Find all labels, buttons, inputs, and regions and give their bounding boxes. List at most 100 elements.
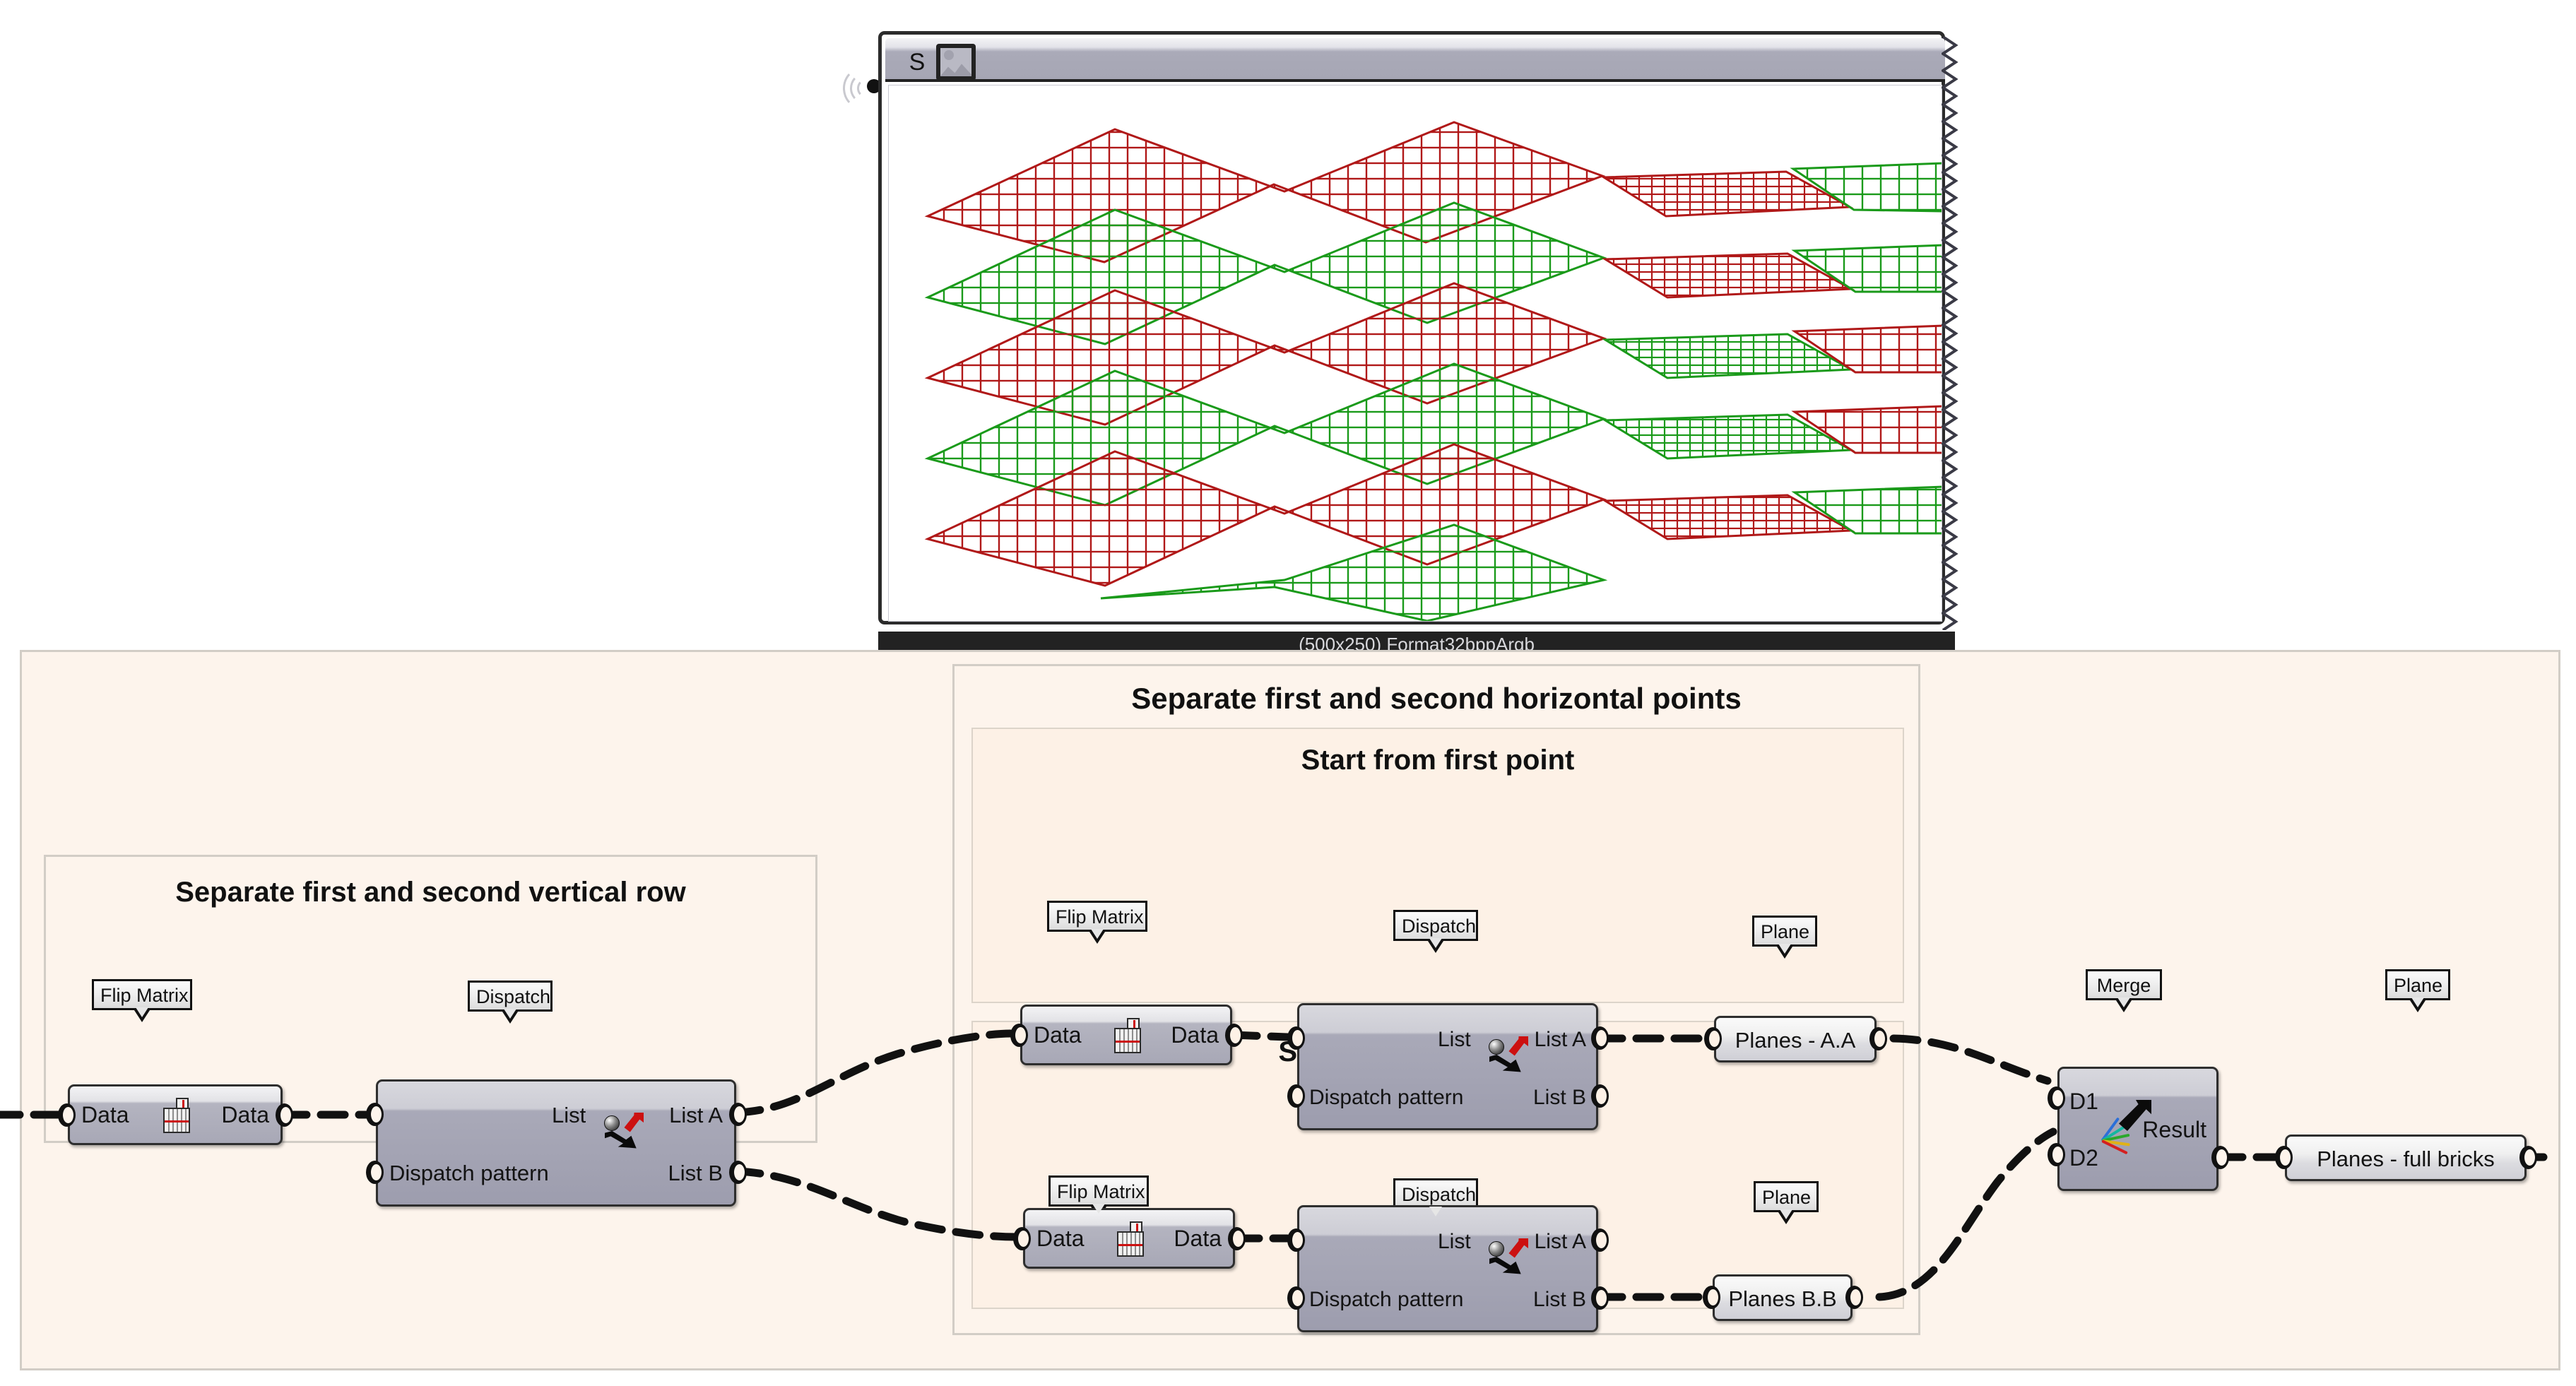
planes-full-input-port[interactable] xyxy=(2275,1146,2293,1169)
dispatch-icon-red-arrow xyxy=(1508,1036,1528,1056)
node-flip-matrix-1[interactable]: Data Data xyxy=(68,1084,283,1145)
balloon-merge[interactable]: Merge xyxy=(2086,969,2162,1012)
merge-d1-input-port[interactable] xyxy=(2048,1086,2065,1110)
balloon-flip-matrix-2[interactable]: Flip Matrix xyxy=(1047,901,1147,944)
viewer-frame: S (500x250) Format32bppArgb xyxy=(878,31,1955,658)
dispatch-icon-sphere xyxy=(1489,1039,1504,1055)
node-dispatch-3[interactable]: Dispatch pattern List List A List B xyxy=(1297,1205,1598,1332)
disp3-listA-label: List A xyxy=(1534,1230,1586,1253)
viewer-canvas xyxy=(888,85,1942,622)
flip3-input-label: Data xyxy=(1036,1226,1085,1251)
viewer-titlebar[interactable]: S xyxy=(885,38,1945,82)
disp2-list-label: List xyxy=(1438,1028,1471,1051)
dispatch-icon-red-arrow xyxy=(624,1113,644,1132)
group-vertical-title: Separate first and second vertical row xyxy=(175,877,686,908)
disp3-list-label: List xyxy=(1438,1230,1471,1253)
group-start-first-point[interactable]: Start from first point xyxy=(971,728,1904,1003)
dispatch-icon-sphere xyxy=(1489,1241,1504,1257)
merge-d2-input-port[interactable] xyxy=(2048,1143,2065,1166)
image-icon-sun xyxy=(944,50,954,60)
brick-plane-geometry xyxy=(924,121,1942,621)
planes-aa-input-port[interactable] xyxy=(1704,1027,1722,1050)
balloon-dispatch-1[interactable]: Dispatch xyxy=(468,981,553,1024)
balloon-plane-aa[interactable]: Plane xyxy=(1752,916,1817,959)
merge-result-label: Result xyxy=(2142,1117,2206,1142)
planes-bb-output-port[interactable] xyxy=(1845,1286,1863,1309)
node-graph-canvas[interactable]: Separate first and second vertical row S… xyxy=(0,650,2576,1386)
node-planes-full-bricks[interactable]: Planes - full bricks xyxy=(2285,1135,2527,1181)
flip3-input-port[interactable] xyxy=(1013,1227,1031,1250)
node-planes-aa[interactable]: Planes - A.A xyxy=(1714,1016,1877,1062)
flip2-output-label: Data xyxy=(1171,1022,1219,1048)
disp2-listB-output-port[interactable] xyxy=(1591,1084,1609,1108)
disp1-listA-output-port[interactable] xyxy=(729,1103,747,1126)
disp2-pattern-label: Dispatch pattern xyxy=(1309,1086,1464,1109)
group-first-point-title: Start from first point xyxy=(1301,745,1575,776)
balloon-flip-matrix-1[interactable]: Flip Matrix xyxy=(92,979,192,1022)
image-viewer-window[interactable]: S (500x250) Format32bppArgb xyxy=(843,31,1958,658)
image-icon-mountain xyxy=(940,64,971,76)
dispatch-icon xyxy=(1487,1036,1531,1080)
disp1-list-input-port[interactable] xyxy=(366,1103,384,1126)
disp1-pattern-input-port[interactable] xyxy=(366,1161,384,1184)
viewer-input-port-label: S xyxy=(909,49,926,76)
planes-aa-output-port[interactable] xyxy=(1869,1027,1887,1050)
flip-matrix-icon-grid xyxy=(1114,1028,1141,1053)
flip1-output-label: Data xyxy=(221,1102,269,1127)
disp3-pattern-input-port[interactable] xyxy=(1287,1286,1305,1310)
dispatch-icon xyxy=(1487,1238,1531,1282)
flip-matrix-icon xyxy=(1111,1018,1144,1055)
flip1-input-port[interactable] xyxy=(58,1103,76,1127)
dispatch-icon-black-arrow xyxy=(1489,1257,1521,1274)
disp3-list-input-port[interactable] xyxy=(1287,1228,1305,1252)
planes-full-bricks-label: Planes - full bricks xyxy=(2317,1147,2495,1171)
flip-matrix-icon-grid xyxy=(163,1108,190,1133)
balloon-plane-full[interactable]: Plane xyxy=(2385,969,2450,1012)
flip2-input-label: Data xyxy=(1034,1022,1082,1048)
disp2-listA-label: List A xyxy=(1534,1028,1586,1051)
flip1-output-port[interactable] xyxy=(276,1103,293,1127)
disp2-list-input-port[interactable] xyxy=(1287,1026,1305,1050)
disp3-listA-output-port[interactable] xyxy=(1591,1228,1609,1252)
dispatch-icon-black-arrow xyxy=(605,1131,637,1149)
disp1-listB-output-port[interactable] xyxy=(729,1161,747,1184)
node-dispatch-1[interactable]: Dispatch pattern List List A List B xyxy=(376,1079,736,1207)
merge-icon-arrow xyxy=(2119,1100,2151,1131)
balloon-flip-matrix-3[interactable]: Flip Matrix xyxy=(1048,1175,1149,1219)
image-icon xyxy=(936,44,976,81)
resize-zigzag-handle[interactable] xyxy=(1942,37,1958,630)
disp2-pattern-input-port[interactable] xyxy=(1287,1084,1305,1108)
planes-aa-label: Planes - A.A xyxy=(1735,1028,1856,1053)
dispatch-icon-black-arrow xyxy=(1489,1055,1521,1072)
planes-bb-input-port[interactable] xyxy=(1703,1286,1720,1309)
flip-matrix-icon-grid xyxy=(1117,1231,1144,1257)
planes-full-output-port[interactable] xyxy=(2519,1146,2537,1169)
disp3-listB-label: List B xyxy=(1532,1288,1586,1311)
node-merge[interactable]: D1 D2 Result xyxy=(2057,1067,2218,1191)
disp3-listB-output-port[interactable] xyxy=(1591,1286,1609,1310)
merge-icon xyxy=(2099,1100,2151,1155)
planes-bb-label: Planes B.B xyxy=(1728,1286,1837,1311)
flip2-output-port[interactable] xyxy=(1225,1024,1243,1047)
node-flip-matrix-3[interactable]: Data Data xyxy=(1023,1208,1235,1269)
disp2-listB-label: List B xyxy=(1532,1086,1586,1109)
group-horizontal-title: Separate first and second horizontal poi… xyxy=(1131,682,1742,715)
merge-result-output-port[interactable] xyxy=(2211,1146,2229,1169)
dispatch-icon-red-arrow xyxy=(1508,1238,1528,1258)
node-flip-matrix-2[interactable]: Data Data xyxy=(1020,1005,1232,1065)
disp3-pattern-label: Dispatch pattern xyxy=(1309,1288,1464,1311)
flip1-input-label: Data xyxy=(81,1102,129,1127)
disp2-listA-output-port[interactable] xyxy=(1591,1026,1609,1050)
node-planes-bb[interactable]: Planes B.B xyxy=(1713,1274,1853,1321)
disp1-listB-label: List B xyxy=(668,1161,723,1185)
flip3-output-port[interactable] xyxy=(1228,1227,1246,1250)
merge-d1-label: D1 xyxy=(2069,1089,2098,1114)
node-dispatch-2[interactable]: Dispatch pattern List List A List B xyxy=(1297,1003,1598,1130)
balloon-dispatch-2[interactable]: Dispatch xyxy=(1393,910,1478,953)
disp1-listA-label: List A xyxy=(669,1103,723,1127)
flip2-input-port[interactable] xyxy=(1010,1024,1028,1047)
balloon-plane-bb[interactable]: Plane xyxy=(1754,1181,1819,1224)
flip-matrix-icon xyxy=(160,1098,193,1135)
flip-matrix-icon-red-hline xyxy=(165,1120,189,1123)
disp1-list-label: List xyxy=(552,1103,586,1127)
